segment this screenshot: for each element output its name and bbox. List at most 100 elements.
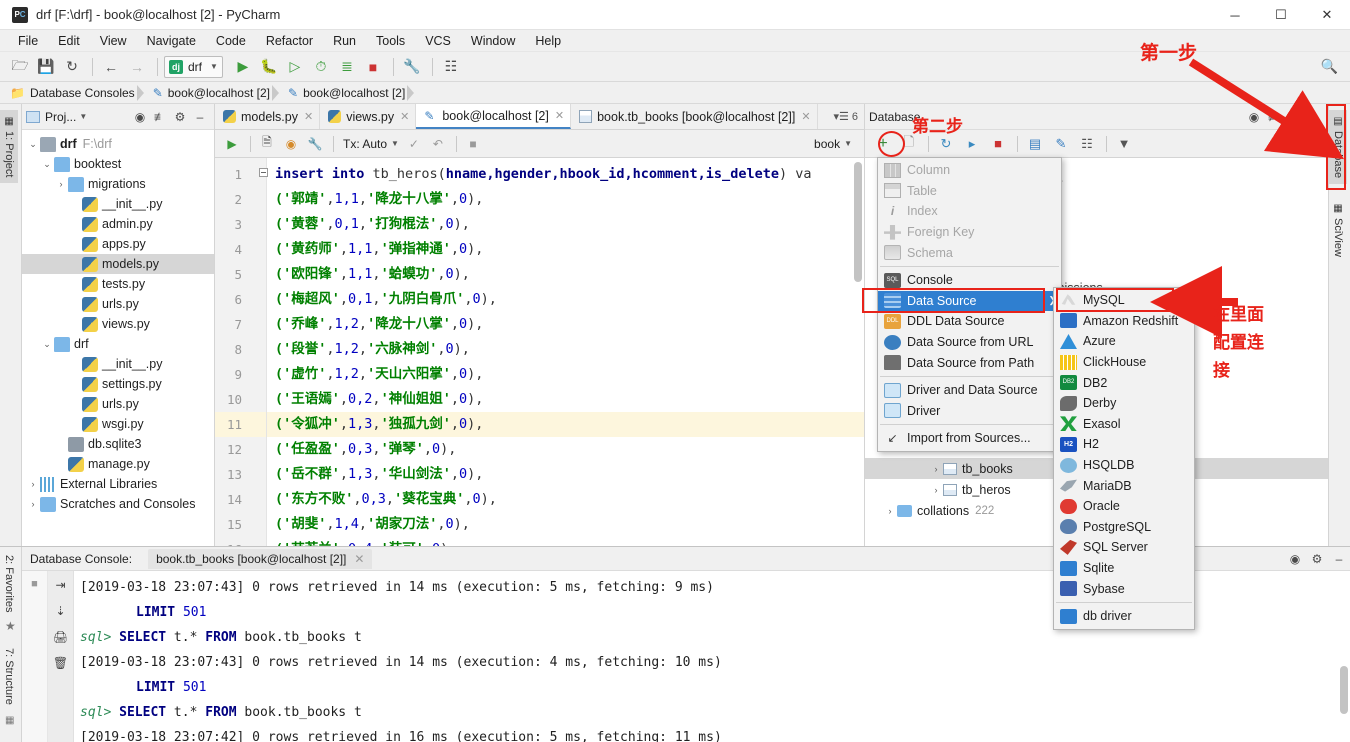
sidebar-item-structure[interactable]: 7: Structure bbox=[0, 642, 18, 711]
code-line[interactable]: ('梅超风',0,1,'九阴白骨爪',0), bbox=[267, 287, 864, 312]
modify-icon[interactable]: ✎ bbox=[1049, 134, 1073, 154]
hide-icon[interactable]: – bbox=[1328, 548, 1350, 570]
code-line[interactable]: insert into tb_heros(hname,hgender,hbook… bbox=[267, 162, 864, 187]
hide-icon[interactable]: – bbox=[1304, 107, 1324, 127]
project-tree-item[interactable]: ›tests.py bbox=[22, 274, 214, 294]
gear-icon[interactable]: ⚙ bbox=[1306, 548, 1328, 570]
menu-item-driver[interactable]: Driver bbox=[878, 401, 1061, 422]
wrench-icon[interactable]: 🔧 bbox=[304, 134, 326, 154]
menu-view[interactable]: View bbox=[90, 32, 137, 50]
layout-icon[interactable]: ☷ bbox=[439, 56, 463, 78]
breadcrumb-item-console-1[interactable]: ✎ book@localhost [2] bbox=[149, 83, 278, 103]
menu-item-ddl-data-source[interactable]: DDL Data Source bbox=[878, 311, 1061, 332]
project-tree-item[interactable]: ›db.sqlite3 bbox=[22, 434, 214, 454]
menu-file[interactable]: File bbox=[8, 32, 48, 50]
menu-refactor[interactable]: Refactor bbox=[256, 32, 323, 50]
menu-code[interactable]: Code bbox=[206, 32, 256, 50]
editor-tab[interactable]: views.py✕ bbox=[320, 104, 416, 129]
code-line[interactable]: ('郭靖',1,1,'降龙十八掌',0), bbox=[267, 187, 864, 212]
driver-item-mysql[interactable]: MySQL bbox=[1054, 290, 1194, 311]
parameters-icon[interactable]: ◉ bbox=[280, 134, 302, 154]
menu-item-data-source-from-path[interactable]: Data Source from Path bbox=[878, 352, 1061, 373]
menu-item-import-from-sources[interactable]: ↙Import from Sources... bbox=[878, 428, 1061, 449]
project-tree-item[interactable]: ›Scratches and Consoles bbox=[22, 494, 214, 514]
project-tree-item[interactable]: ›External Libraries bbox=[22, 474, 214, 494]
sidebar-item-favorites[interactable]: 2: Favorites bbox=[0, 549, 18, 618]
project-tree-item[interactable]: ›admin.py bbox=[22, 214, 214, 234]
locate-icon[interactable]: ◉ bbox=[130, 107, 150, 127]
project-panel-title[interactable]: Proj... bbox=[45, 110, 76, 124]
driver-item-clickhouse[interactable]: ClickHouse bbox=[1054, 352, 1194, 373]
driver-item-amazon-redshift[interactable]: Amazon Redshift bbox=[1054, 311, 1194, 332]
driver-item-db-driver[interactable]: db driver bbox=[1054, 606, 1194, 627]
code-line[interactable]: ('东方不败',0,3,'葵花宝典',0), bbox=[267, 487, 864, 512]
code-line[interactable]: ('令狐冲',1,3,'独孤九剑',0), bbox=[267, 412, 864, 437]
menu-navigate[interactable]: Navigate bbox=[137, 32, 206, 50]
new-console-icon[interactable]: 🗎 bbox=[256, 134, 278, 154]
hide-icon[interactable]: – bbox=[190, 107, 210, 127]
chevron-right-icon[interactable]: › bbox=[26, 479, 40, 489]
open-folder-icon[interactable]: 🗁 bbox=[8, 56, 32, 78]
project-tree-item[interactable]: ›urls.py bbox=[22, 294, 214, 314]
driver-item-oracle[interactable]: Oracle bbox=[1054, 496, 1194, 517]
code-line[interactable]: ('黄蓉',0,1,'打狗棍法',0), bbox=[267, 212, 864, 237]
menu-item-data-source[interactable]: Data Source❯ bbox=[878, 291, 1061, 312]
code-line[interactable]: ('乔峰',1,2,'降龙十八掌',0), bbox=[267, 312, 864, 337]
stop-icon[interactable]: ■ bbox=[26, 575, 44, 593]
close-button[interactable]: ✕ bbox=[1304, 0, 1350, 30]
project-tree-item[interactable]: ›views.py bbox=[22, 314, 214, 334]
maximize-button[interactable]: ☐ bbox=[1258, 0, 1304, 30]
rollback-icon[interactable]: ↶ bbox=[427, 134, 449, 154]
project-tree-item[interactable]: ›manage.py bbox=[22, 454, 214, 474]
menu-tools[interactable]: Tools bbox=[366, 32, 415, 50]
code-line[interactable]: ('胡斐',1,4,'胡家刀法',0), bbox=[267, 512, 864, 537]
collapse-all-icon[interactable]: ≢ bbox=[150, 107, 170, 127]
run-query-icon[interactable]: ▶ bbox=[221, 134, 243, 154]
breadcrumb-item-database-consoles[interactable]: 📁 Database Consoles bbox=[6, 83, 143, 103]
sidebar-item-sciview[interactable]: ▦ SciView bbox=[1329, 197, 1347, 263]
driver-submenu[interactable]: MySQLAmazon RedshiftAzureClickHouseDB2De… bbox=[1053, 287, 1195, 630]
menu-item-console[interactable]: Console bbox=[878, 270, 1061, 291]
commit-icon[interactable]: ✓ bbox=[403, 134, 425, 154]
code-line[interactable]: ('黄药师',1,1,'弹指神通',0), bbox=[267, 237, 864, 262]
console-scrollbar[interactable] bbox=[1340, 666, 1348, 714]
wrench-icon[interactable]: 🔧 bbox=[400, 56, 424, 78]
menu-run[interactable]: Run bbox=[323, 32, 366, 50]
menu-edit[interactable]: Edit bbox=[48, 32, 90, 50]
chevron-down-icon[interactable]: ⌄ bbox=[26, 139, 40, 150]
run-coverage-icon[interactable]: ▷ bbox=[283, 56, 307, 78]
close-icon[interactable]: ✕ bbox=[555, 109, 564, 122]
chevron-down-icon[interactable]: ⌄ bbox=[40, 339, 54, 350]
refresh-icon[interactable]: ↻ bbox=[60, 56, 84, 78]
driver-item-hsqldb[interactable]: HSQLDB bbox=[1054, 455, 1194, 476]
menu-vcs[interactable]: VCS bbox=[415, 32, 461, 50]
profile-icon[interactable]: ⏱ bbox=[309, 56, 333, 78]
driver-item-sqlite[interactable]: Sqlite bbox=[1054, 558, 1194, 579]
editor-tab[interactable]: ✎book@localhost [2]✕ bbox=[416, 104, 571, 129]
database-context-menu[interactable]: ColumnTableiIndexForeign KeySchemaConsol… bbox=[877, 157, 1062, 452]
driver-item-derby[interactable]: Derby bbox=[1054, 393, 1194, 414]
sidebar-item-database[interactable]: ▤ Database bbox=[1329, 110, 1347, 184]
project-tree-item[interactable]: ⌄drf bbox=[22, 334, 214, 354]
run-icon[interactable]: ▶ bbox=[231, 56, 255, 78]
gear-icon[interactable]: ⚙ bbox=[170, 107, 190, 127]
project-tree-item[interactable]: ›migrations bbox=[22, 174, 214, 194]
chevron-down-icon[interactable]: ⌄ bbox=[40, 159, 54, 170]
forward-arrow-icon[interactable]: → bbox=[125, 56, 149, 78]
driver-item-mariadb[interactable]: MariaDB bbox=[1054, 475, 1194, 496]
code-line[interactable]: ('王语嫣',0,2,'神仙姐姐',0), bbox=[267, 387, 864, 412]
project-tree-item[interactable]: ›settings.py bbox=[22, 374, 214, 394]
locate-icon[interactable]: ◉ bbox=[1244, 107, 1264, 127]
project-tree-item[interactable]: ›urls.py bbox=[22, 394, 214, 414]
menu-window[interactable]: Window bbox=[461, 32, 525, 50]
save-icon[interactable]: 💾 bbox=[34, 56, 58, 78]
soft-wrap-icon[interactable]: ⇥ bbox=[51, 575, 71, 595]
editor-tabs-overflow[interactable]: ▾☰ 6 bbox=[827, 104, 864, 129]
filter-icon[interactable]: ▼ bbox=[1112, 134, 1136, 154]
locate-icon[interactable]: ◉ bbox=[1284, 548, 1306, 570]
menu-item-driver-and-data-source[interactable]: Driver and Data Source bbox=[878, 380, 1061, 401]
project-tree-item[interactable]: ⌄booktest bbox=[22, 154, 214, 174]
driver-item-sql-server[interactable]: SQL Server bbox=[1054, 537, 1194, 558]
chevron-right-icon[interactable]: › bbox=[54, 179, 68, 189]
debug-icon[interactable]: 🐛 bbox=[257, 56, 281, 78]
